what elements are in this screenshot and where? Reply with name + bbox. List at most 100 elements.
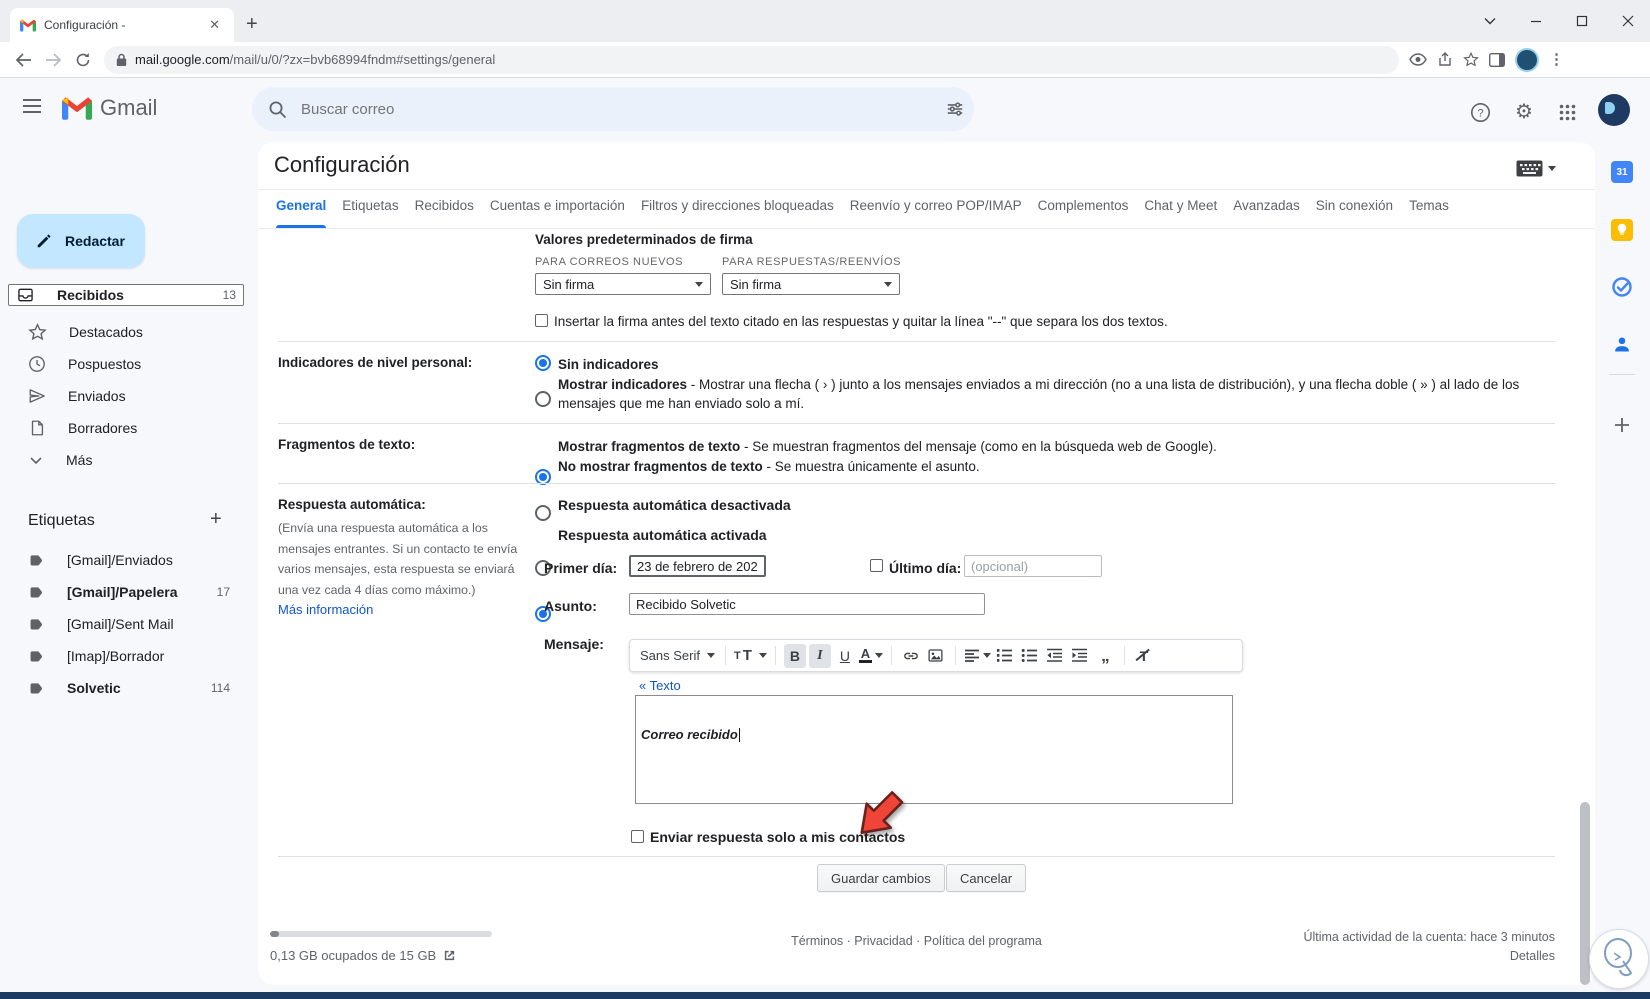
browser-menu-kebab-icon[interactable]: ⋮ (1549, 52, 1564, 67)
label-item[interactable]: [Gmail]/Enviados (8, 544, 244, 576)
tab-reenvio[interactable]: Reenvío y correo POP/IMAP (842, 191, 1030, 228)
tab-sin-conexion[interactable]: Sin conexión (1308, 191, 1401, 228)
window-close-button[interactable] (1613, 10, 1643, 32)
new-tab-button[interactable]: + (246, 14, 258, 34)
indent-increase-icon[interactable] (1069, 644, 1091, 668)
tab-temas[interactable]: Temas (1401, 191, 1457, 228)
details-link[interactable]: Detalles (1158, 949, 1555, 963)
reload-icon[interactable] (68, 46, 98, 74)
main-menu-hamburger-icon[interactable] (22, 98, 42, 114)
create-label-plus-icon[interactable]: + (210, 508, 222, 531)
message-body-editor[interactable]: Correo recibido (635, 695, 1233, 804)
sidebar-item-drafts[interactable]: Borradores (8, 412, 244, 444)
label-item[interactable]: [Gmail]/Papelera 17 (8, 576, 244, 608)
label-item[interactable]: [Gmail]/Sent Mail (8, 608, 244, 640)
subject-input[interactable] (629, 593, 985, 615)
signature-reply-select[interactable]: Sin firma (722, 273, 900, 295)
sidebar-item-inbox[interactable]: Recibidos 13 (8, 284, 244, 306)
insert-signature-checkbox[interactable] (535, 314, 548, 327)
url-text[interactable]: mail.google.com/mail/u/0/?zx=bvb68994fnd… (135, 52, 495, 67)
browser-tab[interactable]: Configuración - ✕ (10, 8, 234, 42)
label-item[interactable]: [Imap]/Borrador (8, 640, 244, 672)
side-panel-keep-icon[interactable] (1611, 219, 1633, 241)
search-bar[interactable] (252, 87, 974, 131)
google-apps-grid-icon[interactable] (1555, 100, 1579, 124)
signature-new-mail-select[interactable]: Sin firma (535, 273, 711, 295)
browser-profile-avatar[interactable] (1515, 47, 1539, 72)
snippets-hide-label: No mostrar fragmentos de texto - Se mues… (558, 457, 980, 476)
gmail-favicon (20, 19, 36, 32)
indent-decrease-icon[interactable] (1044, 644, 1066, 668)
text-size-icon[interactable]: TT (734, 644, 767, 668)
bold-button[interactable]: B (783, 643, 806, 668)
tab-cuentas[interactable]: Cuentas e importación (482, 191, 633, 228)
side-panel-icon[interactable] (1489, 52, 1505, 67)
input-tools-control[interactable] (1516, 160, 1556, 177)
option-bold: Mostrar indicadores (558, 377, 688, 392)
tab-etiquetas[interactable]: Etiquetas (334, 191, 406, 228)
preview-eye-icon[interactable] (1409, 53, 1427, 66)
account-avatar[interactable] (1598, 94, 1630, 126)
bookmark-star-icon[interactable] (1463, 52, 1479, 67)
more-info-link[interactable]: Más información (278, 602, 373, 617)
sidebar-item-snoozed[interactable]: Pospuestos (8, 348, 244, 380)
font-family-select[interactable]: Sans Serif (638, 648, 717, 663)
indicators-show-radio[interactable] (535, 391, 551, 407)
tab-chat-meet[interactable]: Chat y Meet (1136, 191, 1225, 228)
snippets-hide-radio[interactable] (535, 505, 551, 521)
side-panel-contacts-icon[interactable] (1611, 333, 1633, 355)
url-bar[interactable]: mail.google.com/mail/u/0/?zx=bvb68994fnd… (104, 45, 1399, 74)
tab-search-chevron-icon[interactable] (1475, 10, 1505, 32)
underline-button[interactable]: U (834, 644, 856, 668)
side-panel-calendar-icon[interactable]: 31 (1611, 161, 1633, 183)
quote-icon[interactable]: „ (1094, 644, 1116, 668)
save-changes-button[interactable]: Guardar cambios (817, 864, 945, 892)
help-icon[interactable]: ? (1468, 100, 1492, 124)
share-icon[interactable] (1437, 52, 1453, 67)
insert-link-icon[interactable] (900, 644, 922, 668)
lock-icon[interactable] (116, 53, 127, 67)
cancel-button[interactable]: Cancelar (946, 864, 1027, 892)
gmail-header: Gmail ? ⚙ (0, 78, 1650, 140)
window-maximize-button[interactable] (1567, 10, 1597, 32)
tab-general[interactable]: General (268, 191, 334, 228)
window-minimize-button[interactable] (1521, 10, 1551, 32)
numbered-list-icon[interactable] (994, 644, 1016, 668)
tab-avanzadas[interactable]: Avanzadas (1225, 191, 1308, 228)
remove-formatting-icon[interactable]: T (1133, 644, 1155, 668)
last-day-input[interactable] (964, 555, 1102, 577)
insert-image-icon[interactable] (925, 644, 947, 668)
tab-close-icon[interactable]: ✕ (205, 17, 224, 33)
tab-filtros[interactable]: Filtros y direcciones bloqueadas (633, 191, 842, 228)
side-panel-tasks-icon[interactable] (1611, 276, 1633, 298)
italic-button[interactable]: I (808, 643, 831, 668)
text-color-button[interactable]: A (858, 644, 883, 668)
calendar-day: 31 (1611, 161, 1633, 183)
search-input[interactable] (299, 99, 946, 119)
tab-recibidos[interactable]: Recibidos (407, 191, 482, 228)
label-tag-icon (28, 616, 45, 633)
external-link-icon[interactable] (443, 949, 456, 962)
contacts-only-checkbox[interactable] (631, 830, 644, 843)
gmail-logo[interactable]: Gmail (62, 95, 157, 121)
back-icon[interactable] (8, 46, 38, 74)
search-icon[interactable] (268, 100, 287, 119)
settings-gear-icon[interactable]: ⚙ (1512, 100, 1536, 124)
plain-text-toggle-link[interactable]: « Texto (639, 678, 681, 693)
bulleted-list-icon[interactable] (1019, 644, 1041, 668)
search-options-tune-icon[interactable] (946, 100, 964, 118)
indicators-none-radio[interactable] (535, 355, 551, 371)
forward-icon[interactable] (38, 46, 68, 74)
clock-icon (28, 355, 46, 373)
tab-complementos[interactable]: Complementos (1030, 191, 1137, 228)
compose-button[interactable]: Redactar (17, 214, 145, 268)
align-icon[interactable] (964, 644, 991, 668)
sidebar-item-sent[interactable]: Enviados (8, 380, 244, 412)
last-day-checkbox[interactable] (870, 559, 883, 572)
side-panel-add-icon[interactable] (1611, 414, 1633, 436)
label-item[interactable]: Solvetic 114 (8, 672, 244, 704)
first-day-input[interactable] (629, 555, 766, 577)
sidebar-item-more[interactable]: Más (8, 444, 244, 476)
signature-reply-col: PARA RESPUESTAS/REENVÍOS (722, 256, 902, 268)
sidebar-item-starred[interactable]: Destacados (8, 316, 244, 348)
